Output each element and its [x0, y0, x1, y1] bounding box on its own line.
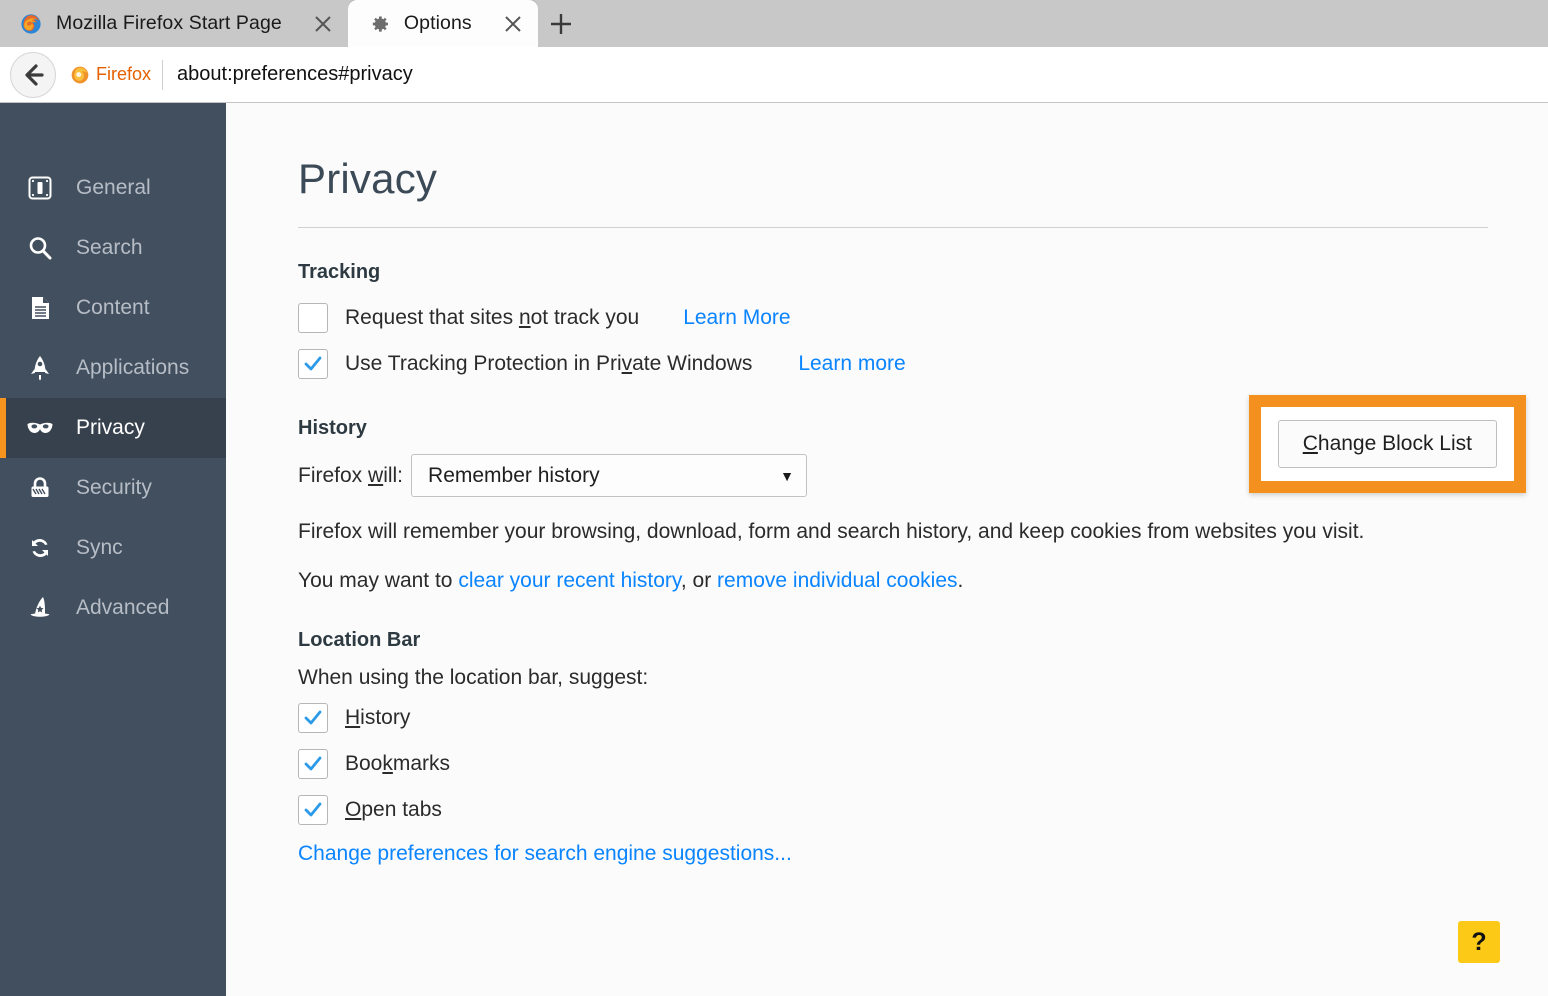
search-icon — [24, 232, 56, 264]
url-bar[interactable]: Firefox about:preferences#privacy — [56, 52, 1548, 98]
history-description: Firefox will remember your browsing, dow… — [298, 520, 1365, 543]
do-not-track-checkbox[interactable] — [298, 303, 328, 333]
sidebar-item-label: Privacy — [76, 416, 145, 439]
preferences-sidebar: General Search Content Applications Priv… — [0, 103, 226, 996]
suggest-bookmarks-row: Bookmarks — [298, 744, 1488, 784]
checkmark-icon — [304, 756, 322, 771]
document-icon — [24, 292, 56, 324]
tracking-protection-checkbox[interactable] — [298, 349, 328, 379]
back-arrow-icon — [25, 63, 44, 86]
sidebar-item-label: General — [76, 176, 151, 199]
search-engine-suggestions-link[interactable]: Change preferences for search engine sug… — [298, 842, 1488, 866]
sidebar-item-label: Sync — [76, 536, 123, 559]
sidebar-item-label: Content — [76, 296, 150, 319]
sidebar-item-search[interactable]: Search — [0, 218, 226, 278]
url-text: about:preferences#privacy — [177, 63, 413, 85]
help-button[interactable]: ? — [1458, 921, 1500, 963]
remove-individual-cookies-link[interactable]: remove individual cookies — [717, 569, 957, 592]
sidebar-item-privacy[interactable]: Privacy — [0, 398, 226, 458]
suggest-bookmarks-label: Bookmarks — [345, 751, 451, 775]
do-not-track-learn-more-link[interactable]: Learn More — [683, 306, 790, 330]
tracking-heading: Tracking — [298, 261, 381, 283]
firefox-logo-icon — [71, 66, 89, 83]
firefox-logo-icon — [21, 13, 41, 34]
sidebar-item-label: Search — [76, 236, 143, 259]
tracking-protection-label: Use Tracking Protection in Private Windo… — [345, 352, 753, 375]
tab-label: Mozilla Firefox Start Page — [56, 12, 282, 34]
sync-arrows-icon — [24, 532, 56, 564]
checkmark-icon — [304, 356, 322, 371]
suggest-open-tabs-label: Open tabs — [345, 797, 442, 821]
sidebar-item-label: Security — [76, 476, 152, 499]
firefox-will-label: Firefox will: — [298, 463, 404, 487]
suggest-open-tabs-checkbox[interactable] — [298, 794, 328, 825]
tab-options[interactable]: Options — [347, 0, 538, 47]
suggest-open-tabs-row: Open tabs — [298, 790, 1488, 830]
tab-strip: Mozilla Firefox Start Page Options — [0, 0, 1548, 47]
firefox-browser-window: Mozilla Firefox Start Page Options Firef… — [0, 0, 1548, 996]
wizard-hat-icon — [24, 592, 56, 624]
location-bar-heading: Location Bar — [298, 628, 421, 651]
do-not-track-row: Request that sites not track you Learn M… — [298, 298, 1488, 338]
suggest-history-checkbox[interactable] — [298, 702, 328, 733]
suggest-bookmarks-checkbox[interactable] — [298, 748, 328, 779]
preferences-body: General Search Content Applications Priv… — [0, 103, 1548, 996]
title-divider — [298, 227, 1488, 228]
change-block-list-button[interactable]: Change Block List — [1277, 420, 1497, 468]
identity-box[interactable]: Firefox — [70, 59, 164, 90]
history-suggestion-text: You may want to clear your recent histor… — [298, 569, 964, 593]
sidebar-item-sync[interactable]: Sync — [0, 518, 226, 578]
sidebar-item-applications[interactable]: Applications — [0, 338, 226, 398]
suggest-history-label: History — [345, 705, 411, 729]
sidebar-item-advanced[interactable]: Advanced — [0, 578, 226, 638]
sidebar-item-label: Applications — [76, 356, 190, 379]
change-block-list-highlight: Change Block List — [1248, 395, 1526, 493]
do-not-track-label: Request that sites not track you — [345, 306, 640, 329]
location-bar-sub-label: When using the location bar, suggest: — [298, 665, 649, 689]
location-bar-section: Location Bar When using the location bar… — [298, 629, 1488, 866]
gear-icon — [372, 15, 388, 32]
tracking-section: Tracking Request that sites not track yo… — [298, 261, 1488, 384]
sidebar-item-label: Advanced — [76, 596, 170, 619]
page-title: Privacy — [298, 155, 438, 202]
history-mode-dropdown[interactable]: Remember history ▼ — [411, 454, 808, 497]
close-icon[interactable] — [498, 9, 528, 39]
new-tab-button[interactable] — [538, 0, 584, 47]
preferences-content: Privacy Tracking Request that sites not … — [226, 103, 1548, 996]
history-mode-value: Remember history — [428, 463, 600, 487]
checkmark-icon — [304, 802, 322, 817]
tracking-protection-row: Use Tracking Protection in Private Windo… — [298, 344, 1488, 384]
preferences-general-icon — [24, 172, 56, 204]
padlock-icon — [24, 472, 56, 504]
back-button[interactable] — [10, 51, 56, 98]
close-icon[interactable] — [308, 9, 338, 39]
mask-icon — [24, 412, 56, 444]
chevron-down-icon: ▼ — [780, 467, 795, 484]
identity-label: Firefox — [96, 64, 152, 84]
suggest-history-row: History — [298, 698, 1488, 738]
tracking-protection-learn-more-link[interactable]: Learn more — [798, 352, 905, 376]
checkmark-icon — [304, 710, 322, 725]
sidebar-item-general[interactable]: General — [0, 158, 226, 218]
tab-label: Options — [403, 12, 472, 34]
sidebar-item-content[interactable]: Content — [0, 278, 226, 338]
plus-icon — [550, 13, 571, 34]
tab-mozilla-firefox-start-page[interactable]: Mozilla Firefox Start Page — [0, 0, 348, 47]
sidebar-item-security[interactable]: Security — [0, 458, 226, 518]
navigation-toolbar: Firefox about:preferences#privacy — [0, 47, 1548, 103]
clear-recent-history-link[interactable]: clear your recent history — [458, 569, 681, 592]
rocket-icon — [24, 352, 56, 384]
